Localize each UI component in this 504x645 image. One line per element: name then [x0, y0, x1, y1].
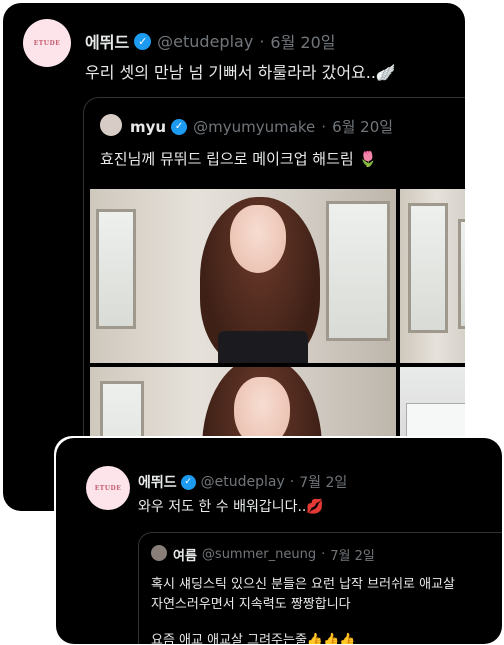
quote-author-handle[interactable]: @myumyumake — [193, 118, 315, 136]
reply-quote-header: 여름 @summer_neung · 7월 2일 — [173, 545, 375, 564]
quote-date[interactable]: 6월 20일 — [332, 116, 393, 137]
reply-quote-author-name[interactable]: 여름 — [173, 545, 197, 564]
reply-quote-date[interactable]: 7월 2일 — [330, 545, 375, 564]
reply-tweet-card: ETUDE 에뛰드 ✓ @etudeplay · 7월 2일 와우 저도 한 수… — [56, 438, 502, 644]
reply-header: 에뛰드 ✓ @etudeplay · 7월 2일 — [138, 472, 347, 492]
avatar-logo-text: ETUDE — [33, 39, 61, 47]
separator-dot: · — [289, 474, 295, 490]
media-photo-side[interactable] — [400, 189, 465, 363]
tweet-card: ETUDE 에뛰드 ✓ @etudeplay · 6월 20일 우리 셋의 만남… — [3, 3, 465, 511]
author-handle[interactable]: @etudeplay — [157, 32, 253, 51]
reply-quoted-tweet[interactable]: . 여름 @summer_neung · 7월 2일 혹시 섀딩스틱 있으신 분… — [138, 532, 502, 644]
media-photo-main[interactable] — [90, 189, 396, 363]
quote-header: myu ✓ @myumyumake · 6월 20일 — [130, 116, 393, 137]
reply-quote-handle[interactable]: @summer_neung — [202, 547, 316, 562]
verified-badge-icon: ✓ — [134, 32, 152, 50]
reply-quote-line-3: 요즘 애교 애교살 그려주는줄👍👍👍 — [151, 633, 356, 644]
etude-avatar[interactable]: ETUDE — [86, 466, 130, 510]
quote-text: 효진님께 뮤뛰드 립으로 메이크업 해드림 🌷 — [100, 150, 378, 168]
reply-text: 와우 저도 한 수 배워갑니다..💋 — [138, 499, 324, 515]
tweet-header: 에뛰드 ✓ @etudeplay · 6월 20일 — [85, 29, 335, 53]
quote-author-name[interactable]: myu — [130, 118, 166, 136]
reply-date[interactable]: 7월 2일 — [299, 472, 347, 492]
myu-avatar[interactable]: . — [100, 114, 122, 136]
etude-avatar[interactable]: ETUDE — [23, 19, 71, 67]
reply-quote-line-1: 혹시 섀딩스틱 있으신 분들은 요런 납작 브러쉬로 애교살 — [151, 577, 456, 592]
author-name[interactable]: 에뛰드 — [85, 29, 129, 53]
verified-badge-icon: ✓ — [180, 474, 196, 490]
tweet-text: 우리 셋의 만남 넘 기뻐서 하룰라라 갔어요..🪽 — [85, 63, 396, 82]
verified-badge-icon: ✓ — [171, 118, 188, 135]
separator-dot: · — [259, 31, 265, 51]
summer-avatar[interactable]: . — [151, 545, 167, 561]
post-date[interactable]: 6월 20일 — [270, 29, 335, 53]
avatar-logo-text: ETUDE — [94, 484, 122, 492]
separator-dot: · — [321, 547, 326, 562]
separator-dot: · — [321, 117, 327, 136]
reply-author-name[interactable]: 에뛰드 — [138, 472, 177, 492]
reply-quote-line-2: 자연스러우면서 지속력도 짱짱합니다 — [151, 597, 351, 612]
reply-author-handle[interactable]: @etudeplay — [201, 474, 285, 490]
